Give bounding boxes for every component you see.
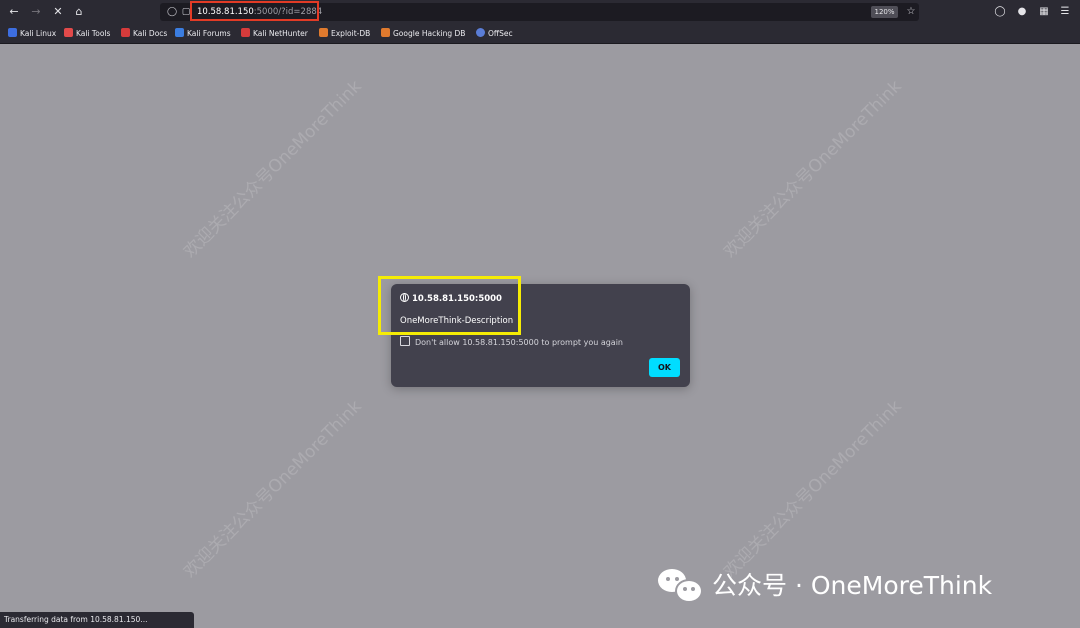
exploit-db-icon [319,28,328,37]
home-icon[interactable]: ⌂ [71,4,87,20]
bookmark-kali-docs[interactable]: Kali Docs [121,27,167,40]
watermark-text: 欢迎关注公众号OneMoreThink [180,396,366,582]
tracking-shield-icon[interactable]: ◯ [166,5,178,19]
stop-icon[interactable]: ✕ [50,4,66,20]
bookmark-kali-forums[interactable]: Kali Forums [175,27,231,40]
bookmark-google-hacking-db[interactable]: Google Hacking DB [381,27,465,40]
bookmark-kali-tools[interactable]: Kali Tools [64,27,110,40]
kali-docs-icon [121,28,130,37]
back-icon[interactable]: ← [6,4,22,20]
bookmark-kali-nethunter[interactable]: Kali NetHunter [241,27,308,40]
dont-allow-checkbox-row[interactable]: Don't allow 10.58.81.150:5000 to prompt … [400,336,623,348]
kali-linux-icon [8,28,17,37]
dialog-origin: 10.58.81.150:5000 [400,293,502,305]
ok-button[interactable]: OK [649,358,680,377]
branding: 公众号 · OneMoreThink [656,564,992,604]
kali-tools-icon [64,28,73,37]
bookmark-kali-linux[interactable]: Kali Linux [8,27,56,40]
url-host: 10.58.81.150 [197,7,254,17]
account-icon[interactable]: ● [1015,4,1029,20]
watermark-text: 欢迎关注公众号OneMoreThink [720,76,906,262]
dont-allow-checkbox[interactable] [400,336,410,346]
dont-allow-label[interactable]: Don't allow 10.58.81.150:5000 to prompt … [415,338,623,347]
bookmarks-toolbar: Kali Linux Kali Tools Kali Docs Kali For… [0,24,1080,44]
pocket-icon[interactable]: ◯ [993,4,1007,20]
url-text[interactable]: 10.58.81.150:5000/?id=2884 [197,3,322,21]
lock-icon[interactable]: ▢ [180,5,192,19]
branding-text: 公众号 · OneMoreThink [712,571,993,600]
watermark-text: 欢迎关注公众号OneMoreThink [180,76,366,262]
kali-forums-icon [175,28,184,37]
bookmark-offsec[interactable]: OffSec [476,27,513,40]
kali-nethunter-icon [241,28,250,37]
ghdb-icon [381,28,390,37]
alert-dialog: 10.58.81.150:5000 OneMoreThink-Descripti… [391,284,690,387]
url-rest: :5000/?id=2884 [253,7,323,17]
status-bar: Transferring data from 10.58.81.150... [0,612,194,628]
watermark-text: 欢迎关注公众号OneMoreThink [720,396,906,582]
browser-toolbar: ← → ✕ ⌂ ◯ ▢ 10.58.81.150:5000/?id=2884 1… [0,0,1080,24]
menu-icon[interactable]: ☰ [1058,4,1072,20]
offsec-icon [476,28,485,37]
forward-icon[interactable]: → [28,4,44,20]
bookmark-exploit-db[interactable]: Exploit-DB [319,27,370,40]
url-bar[interactable]: ◯ ▢ 10.58.81.150:5000/?id=2884 [160,3,919,21]
zoom-level-badge[interactable]: 120% [871,6,898,18]
wechat-icon [656,566,704,603]
globe-icon [400,293,409,302]
bookmark-star-icon[interactable]: ☆ [904,4,918,20]
dialog-message: OneMoreThink-Description [400,316,514,326]
extensions-icon[interactable]: ▦ [1037,4,1051,20]
